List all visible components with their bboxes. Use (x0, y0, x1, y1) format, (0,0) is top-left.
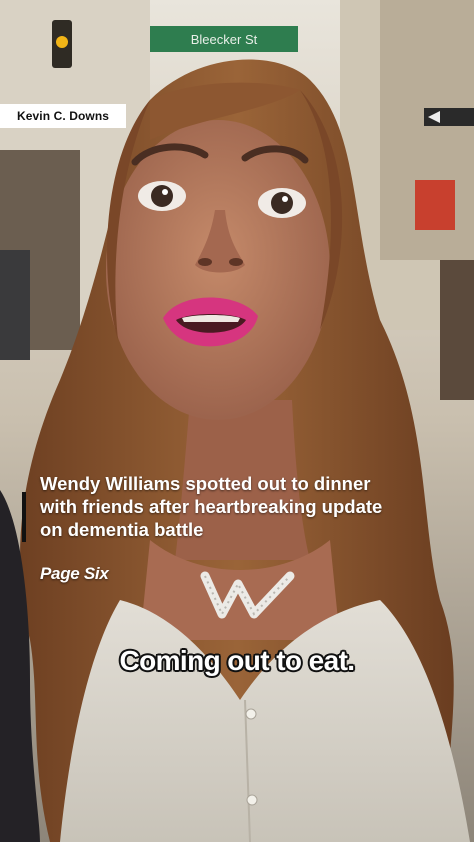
source-label: Page Six (40, 564, 109, 583)
subtitle-caption: Coming out to eat. (119, 645, 356, 676)
street-sign-text: Bleecker St (191, 32, 258, 47)
headline-accent-bar (22, 492, 26, 542)
headline: Wendy Williams spotted out to dinner wit… (40, 473, 383, 540)
video-frame: Bleecker St Kevin C. Downs Wendy William… (0, 0, 474, 842)
photo-credit-text: Kevin C. Downs (16, 109, 110, 123)
photo-credit: Kevin C. Downs (0, 104, 126, 128)
